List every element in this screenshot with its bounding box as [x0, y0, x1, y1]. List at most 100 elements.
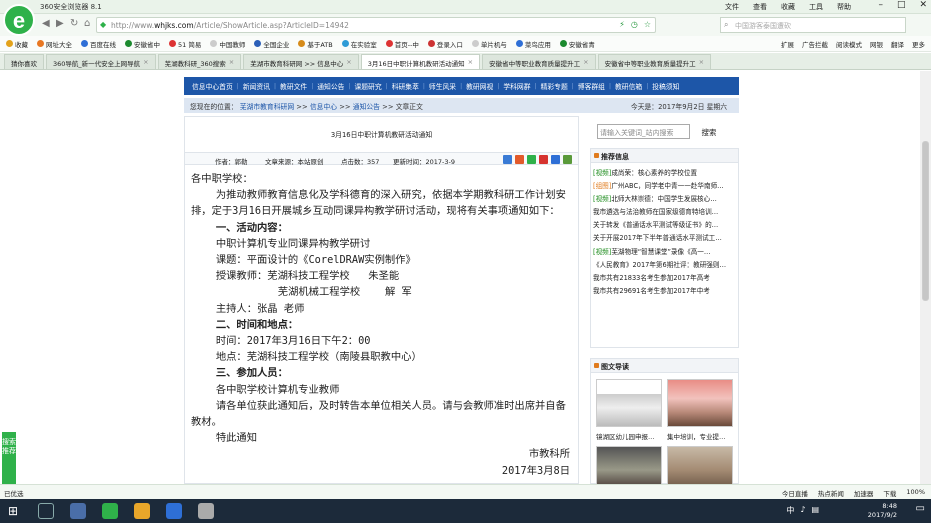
network-icon[interactable]: ▤	[811, 505, 819, 516]
task-view-icon[interactable]	[70, 503, 86, 519]
tab[interactable]: 360导航_新一代安全上网导航 ×	[46, 54, 156, 69]
forward-icon[interactable]: ▶	[56, 18, 64, 29]
favorites-item[interactable]: 中国教师	[210, 39, 245, 49]
recommend-item[interactable]: 我市遴选与法治教师在国家级德育特培训…	[593, 206, 736, 219]
nav-item[interactable]: 博客群组	[574, 81, 609, 91]
close-tab-icon[interactable]: ×	[143, 58, 148, 69]
lightning-icon[interactable]: ⚡	[619, 20, 625, 29]
home-icon[interactable]: ⌂	[84, 18, 90, 29]
recommend-item[interactable]: [视频]芜湖物理“智慧课堂”录像《高一…	[593, 246, 736, 259]
recommend-item[interactable]: 我市共有29691名考生参加2017年中考	[593, 285, 736, 298]
site-search-input[interactable]: 请输入关键词_站内搜索	[597, 124, 690, 139]
favorites-item[interactable]: 百度在线	[81, 39, 116, 49]
app-icon[interactable]	[166, 503, 182, 519]
favorites-item[interactable]: 基于ATB	[298, 39, 333, 49]
windows-start-icon[interactable]: ⊞	[8, 504, 18, 518]
share-wechat-icon[interactable]	[527, 155, 536, 164]
gallery-thumbnail[interactable]	[596, 379, 662, 427]
menu-tools[interactable]: 工具	[809, 2, 823, 12]
favorites-item[interactable]: 在实验室	[341, 39, 377, 49]
accelerator-button[interactable]: 加速器	[854, 488, 874, 498]
nav-item[interactable]: 投稿须知	[648, 81, 683, 91]
nav-item[interactable]: 通知公告	[313, 81, 348, 91]
close-tab-icon[interactable]: ×	[583, 58, 588, 69]
menu-file[interactable]: 文件	[725, 2, 739, 12]
close-tab-icon[interactable]: ×	[229, 58, 234, 69]
share-renren-icon[interactable]	[539, 155, 548, 164]
page-scrollbar[interactable]	[920, 71, 931, 484]
menu-favorites[interactable]: 收藏	[781, 2, 795, 12]
browser-logo-icon[interactable]: e	[3, 4, 35, 36]
recommend-item[interactable]: [组图]广州ABC，同学老中青一一赴华南师…	[593, 180, 736, 193]
tab[interactable]: 安徽省中等职业教育质量提升工 ×	[597, 54, 712, 69]
browser-360-icon[interactable]	[102, 503, 118, 519]
nav-item[interactable]: 信息中心首页	[188, 81, 237, 91]
menu-help[interactable]: 帮助	[837, 2, 851, 12]
favorites-item[interactable]: 单片机与	[471, 39, 507, 49]
menu-view[interactable]: 查看	[753, 2, 767, 12]
nav-item[interactable]: 师生风采	[425, 81, 460, 91]
adblock-button[interactable]: 广告拦截	[802, 39, 828, 49]
favorites-item[interactable]: 登录入口	[427, 39, 463, 49]
favorites-item[interactable]: 安徽省中	[125, 39, 160, 49]
share-qzone-icon[interactable]	[503, 155, 512, 164]
tab[interactable]: 芜湖教科研_360搜索 ×	[157, 54, 242, 69]
close-icon[interactable]: ✕	[919, 0, 927, 10]
refresh-icon[interactable]: ↻	[70, 18, 78, 29]
star-icon[interactable]: ☆	[644, 20, 651, 29]
favorites-item[interactable]: 网址大全	[37, 39, 72, 49]
gallery-caption[interactable]: 集中培训，专业提…	[667, 431, 735, 441]
zoom-level[interactable]: 100%	[906, 488, 925, 498]
recommend-item[interactable]: [视频]成尚荣：核心素养的学校位置	[593, 167, 736, 180]
share-tencent-icon[interactable]	[551, 155, 560, 164]
more-button[interactable]: 更多	[912, 39, 925, 49]
share-weibo-icon[interactable]	[515, 155, 524, 164]
favorites-item[interactable]: 全国企业	[254, 39, 289, 49]
recommend-item[interactable]: 关于转发《普通话水平测试等级证书》的…	[593, 219, 736, 232]
nav-item[interactable]: 教研信箱	[611, 81, 646, 91]
nav-item[interactable]: 科研集萃	[388, 81, 423, 91]
close-tab-icon[interactable]: ×	[468, 58, 473, 69]
speaker-icon[interactable]: ♪	[800, 505, 805, 516]
reader-mode-button[interactable]: 阅读模式	[836, 39, 862, 49]
recommend-item[interactable]: [视频]北师大林崇德：中国学生发展核心…	[593, 193, 736, 206]
favorites-item[interactable]: 51 简易	[169, 39, 201, 49]
site-search-button[interactable]: 搜索	[694, 124, 724, 139]
back-icon[interactable]: ◀	[42, 18, 50, 29]
extensions-button[interactable]: 扩展	[781, 39, 794, 49]
close-tab-icon[interactable]: ×	[699, 58, 704, 69]
breadcrumb-link[interactable]: 通知公告	[353, 103, 380, 111]
nav-item[interactable]: 新闻资讯	[239, 81, 274, 91]
clock[interactable]: 8:48 2017/9/2	[868, 502, 897, 520]
qq-icon[interactable]	[134, 503, 150, 519]
favorites-item[interactable]: 安徽省青	[559, 39, 595, 49]
url-input[interactable]: ◆ http://www.whjks.com/Article/ShowArtic…	[96, 17, 656, 33]
nav-item[interactable]: 课题研究	[350, 81, 385, 91]
history-icon[interactable]: ◷	[631, 20, 638, 29]
recommend-item[interactable]: 《人民教育》2017年第6期社评：教研强则…	[593, 259, 736, 272]
live-button[interactable]: 今日直播	[782, 488, 808, 498]
translate-button[interactable]: 翻译	[891, 39, 904, 49]
breadcrumb-link[interactable]: 信息中心	[310, 103, 337, 111]
nav-item[interactable]: 教研文件	[276, 81, 311, 91]
gallery-thumbnail[interactable]	[667, 379, 733, 427]
tab[interactable]: 芜湖市教育科研网 >> 信息中心 ×	[243, 54, 359, 69]
favorites-item[interactable]: 菜鸟应用	[515, 39, 551, 49]
minimize-icon[interactable]: –	[878, 0, 883, 10]
tab[interactable]: 猜你喜欢	[4, 54, 44, 69]
download-button[interactable]: 下载	[883, 488, 896, 498]
maximize-icon[interactable]: □	[897, 0, 906, 10]
recommend-item[interactable]: 关于开展2017年下半年普通话水平测试工…	[593, 232, 736, 245]
browser-search-input[interactable]: ⌕ 中国游客泰国遭砍	[720, 17, 906, 33]
notification-icon[interactable]: ▭	[916, 503, 925, 514]
close-tab-icon[interactable]: ×	[346, 58, 351, 69]
scrollbar-thumb[interactable]	[922, 141, 929, 301]
bank-button[interactable]: 网银	[870, 39, 883, 49]
favorites-item[interactable]: 收藏	[6, 39, 28, 49]
search-recommend-float[interactable]: 搜索推荐	[2, 432, 16, 484]
tab[interactable]: 安徽省中等职业教育质量提升工 ×	[482, 54, 596, 69]
ime-indicator[interactable]: 中	[786, 505, 794, 516]
hot-news-button[interactable]: 热点新闻	[818, 488, 844, 498]
favorites-item[interactable]: 首页--中	[385, 39, 419, 49]
gallery-thumbnail[interactable]	[667, 446, 733, 484]
